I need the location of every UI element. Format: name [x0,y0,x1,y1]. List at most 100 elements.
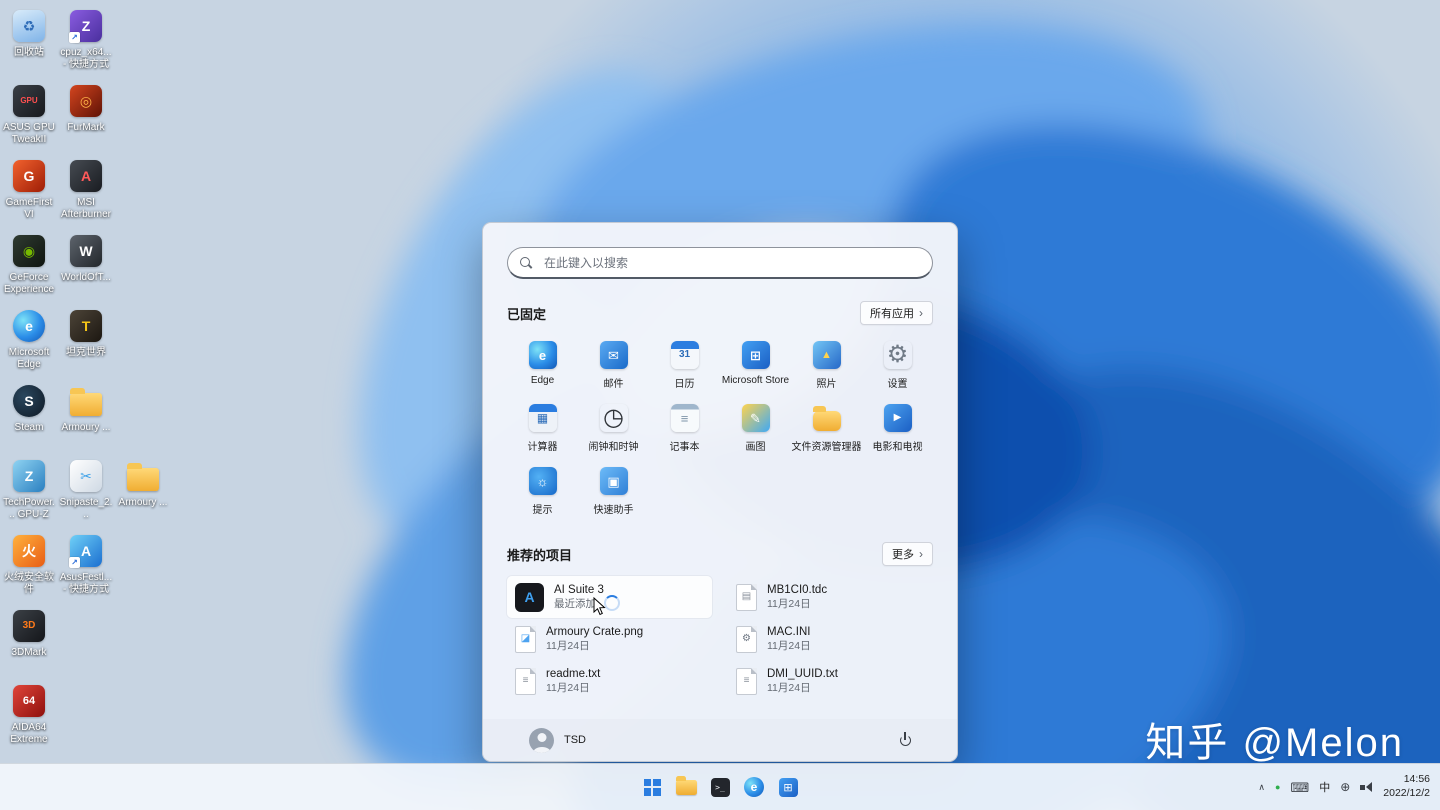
ime-indicator[interactable]: 中 [1319,779,1330,795]
app-icon: ☼ [528,467,557,495]
power-button[interactable] [897,732,913,748]
recommended-item[interactable]: ⚙ MAC.INI 11月24日 [728,618,933,660]
pinned-app[interactable]: ⊞ Microsoft Store [720,335,791,398]
recommended-item-text: DMI_UUID.txt 11月24日 [767,667,838,695]
desktop-icon-label: FurMark [67,122,105,133]
desktop-icon[interactable]: G GameFirst VI [2,158,56,221]
desktop-icon[interactable]: ◉ GeForce Experience [2,233,56,296]
clock[interactable]: 14:56 2022/12/2 [1383,773,1430,800]
desktop-icon-image: A [68,533,104,569]
app-icon-glyph: ▦ [536,411,549,425]
app-icon: ▲ [812,341,841,369]
pinned-app[interactable]: ≡ 记事本 [649,398,720,461]
desktop-icon[interactable]: ✂ Snipaste_2... [59,458,113,521]
search-icon [520,257,533,270]
start-button[interactable] [635,767,669,807]
more-button[interactable]: 更多 › [882,542,933,566]
terminal-button[interactable]: >_ [703,767,737,807]
pinned-app[interactable]: ▲ 照片 [791,335,862,398]
desktop-icon[interactable]: ♻ 回收站 [2,8,56,59]
app-icon: ✂ [70,460,102,492]
store-icon: ⊞ [778,777,798,797]
app-icon-glyph: ▶ [893,412,902,423]
desktop-icon-label: TechPower... GPU-Z [3,497,55,520]
app-icon-glyph: ✎ [750,410,761,426]
microsoft-store-button[interactable]: ⊞ [771,767,805,807]
recommended-item[interactable]: ≡ readme.txt 11月24日 [507,660,712,702]
desktop-icon[interactable]: Armoury ... [116,458,170,509]
recommended-item-title: MB1CI0.tdc [767,584,828,597]
app-icon: W [70,235,102,267]
desktop-icon[interactable]: W WorldOfT... [59,233,113,284]
desktop-icon[interactable]: 64 AIDA64 Extreme [2,683,56,746]
pinned-app-icon: ▶ [882,402,914,434]
app-icon-glyph: Z [81,18,91,34]
desktop-icon[interactable]: ◎ FurMark [59,83,113,134]
desktop-icon-image: W [68,233,104,269]
pinned-title: 已固定 [507,306,547,322]
pinned-app[interactable]: ◷ 闹钟和时钟 [578,398,649,461]
desktop-icon[interactable]: A MSI Afterburner [59,158,113,221]
recommended-item-subtitle: 11月24日 [767,597,811,610]
pinned-app[interactable]: ☼ 提示 [507,461,578,524]
pinned-app[interactable]: 31 日历 [649,335,720,398]
desktop-icon[interactable]: 3D 3DMark [2,608,56,659]
pinned-app[interactable]: ▦ 计算器 [507,398,578,461]
pinned-app[interactable]: ▶ 电影和电视 [862,398,933,461]
start-search-input[interactable] [507,247,933,279]
desktop-icon[interactable]: Armoury ... [59,383,113,434]
app-icon [812,406,841,431]
app-icon: G [13,160,45,192]
desktop-icon[interactable]: Z TechPower... GPU-Z [2,458,56,521]
app-icon: 3D [13,610,45,642]
desktop-icon-label: GeForce Experience [3,272,55,295]
desktop-icon-image: Z [68,8,104,44]
app-icon: e [13,310,45,342]
desktop-icon[interactable]: A AsusFestl... - 快捷方式 [59,533,113,596]
app-icon-glyph: A [80,168,92,184]
network-tray-icon[interactable]: ⊕ [1340,781,1350,793]
app-icon: ◎ [70,85,102,117]
desktop-icon[interactable]: S Steam [2,383,56,434]
app-icon-glyph: ◎ [79,93,93,109]
desktop-icon[interactable]: T 坦克世界 [59,308,113,359]
windows-logo-icon [643,778,661,796]
desktop-icon-label: Snipaste_2... [59,497,113,520]
recommended-item-text: AI Suite 3 最近添加 [554,583,604,611]
file-icon: ◪ [515,625,536,653]
desktop-icon[interactable]: GPU ASUS GPU TweakII [2,83,56,146]
user-name: TSD [564,734,586,746]
pinned-app[interactable]: ✎ 画图 [720,398,791,461]
pinned-app[interactable]: ▣ 快速助手 [578,461,649,524]
security-tray-icon[interactable]: ● [1275,782,1280,792]
recommended-item[interactable]: ≡ DMI_UUID.txt 11月24日 [728,660,933,702]
recommended-item[interactable]: ▤ MB1CI0.tdc 11月24日 [728,576,933,618]
taskbar: >_ e ⊞ ∧ ● ⌨ 中 ⊕ 14:56 2022/12/2 [0,763,1440,810]
pinned-app[interactable]: ✉ 邮件 [578,335,649,398]
recommended-item-title: readme.txt [546,668,601,681]
chevron-up-icon[interactable]: ∧ [1258,782,1265,792]
desktop-icon-label: Steam [14,422,44,433]
pinned-app-label: 设置 [887,379,908,390]
app-icon-glyph: ▲ [821,348,832,361]
volume-tray-icon[interactable] [1360,781,1373,793]
all-apps-button[interactable]: 所有应用 › [860,301,933,325]
app-icon: ◷ [600,404,628,432]
app-icon-glyph: W [79,243,93,259]
recommended-item[interactable]: ◪ Armoury Crate.png 11月24日 [507,618,712,660]
keyboard-tray-icon[interactable]: ⌨ [1290,781,1309,794]
user-account-button[interactable]: TSD [529,727,586,753]
file-explorer-button[interactable] [669,767,703,807]
edge-button[interactable]: e [737,767,771,807]
pinned-app[interactable]: ⚙ 设置 [862,335,933,398]
pinned-app[interactable]: 文件资源管理器 [791,398,862,461]
app-icon-glyph: ✂ [80,468,92,484]
desktop-icon[interactable]: 火 火绒安全软件 [2,533,56,596]
pinned-app[interactable]: e Edge [507,335,578,398]
desktop-icon[interactable]: Z cpuz_x64... - 快捷方式 [59,8,113,71]
app-icon: Z [13,460,45,492]
app-icon-glyph: ◷ [603,404,624,431]
app-icon: ✉ [599,341,628,369]
recommended-item[interactable]: A AI Suite 3 最近添加 [507,576,712,618]
desktop-icon[interactable]: e Microsoft Edge [2,308,56,371]
